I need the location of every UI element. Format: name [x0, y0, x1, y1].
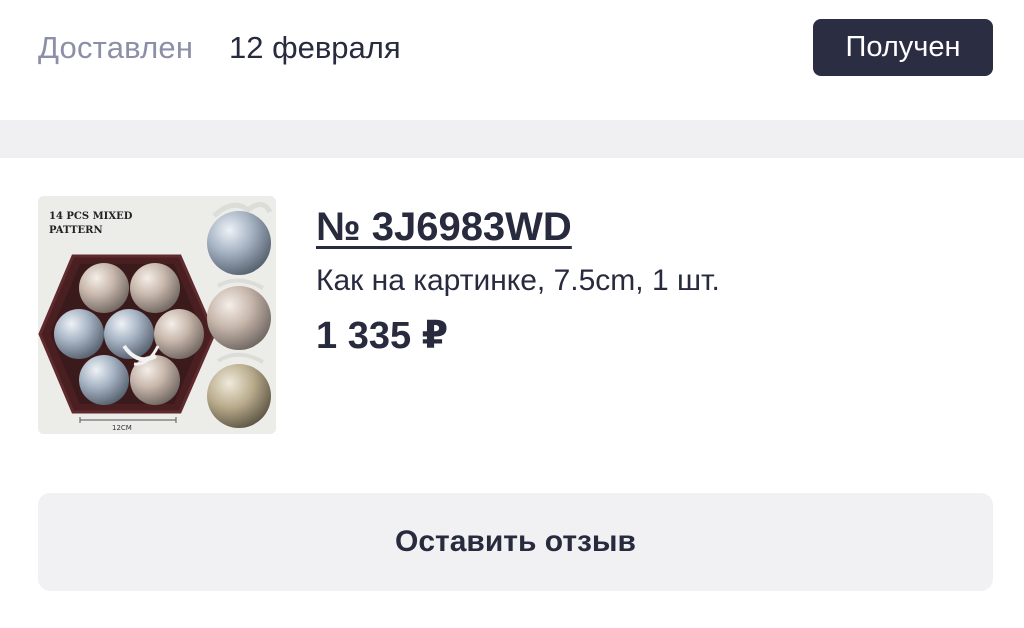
- product-price: 1 335 ₽: [316, 315, 449, 357]
- product-description: Как на картинке, 7.5cm, 1 шт.: [316, 264, 720, 297]
- ornament-ball-set-picture: 14 PCS MIXED PATTERN 12CM: [38, 196, 276, 434]
- image-caption-line1: 14 PCS MIXED: [49, 211, 133, 222]
- status-label: Доставлен: [38, 30, 194, 65]
- image-size-label: 12CM: [112, 424, 132, 432]
- order-status-header: Доставлен 12 февраля Получен: [0, 0, 1024, 120]
- product-image[interactable]: 14 PCS MIXED PATTERN 12CM: [38, 196, 276, 434]
- received-button[interactable]: Получен: [813, 19, 993, 76]
- product-number-link[interactable]: № 3J6983WD: [316, 205, 572, 250]
- status-date: 12 февраля: [229, 30, 401, 65]
- image-caption-line2: PATTERN: [49, 225, 103, 236]
- section-divider: [0, 120, 1024, 158]
- leave-review-button[interactable]: Оставить отзыв: [38, 493, 993, 591]
